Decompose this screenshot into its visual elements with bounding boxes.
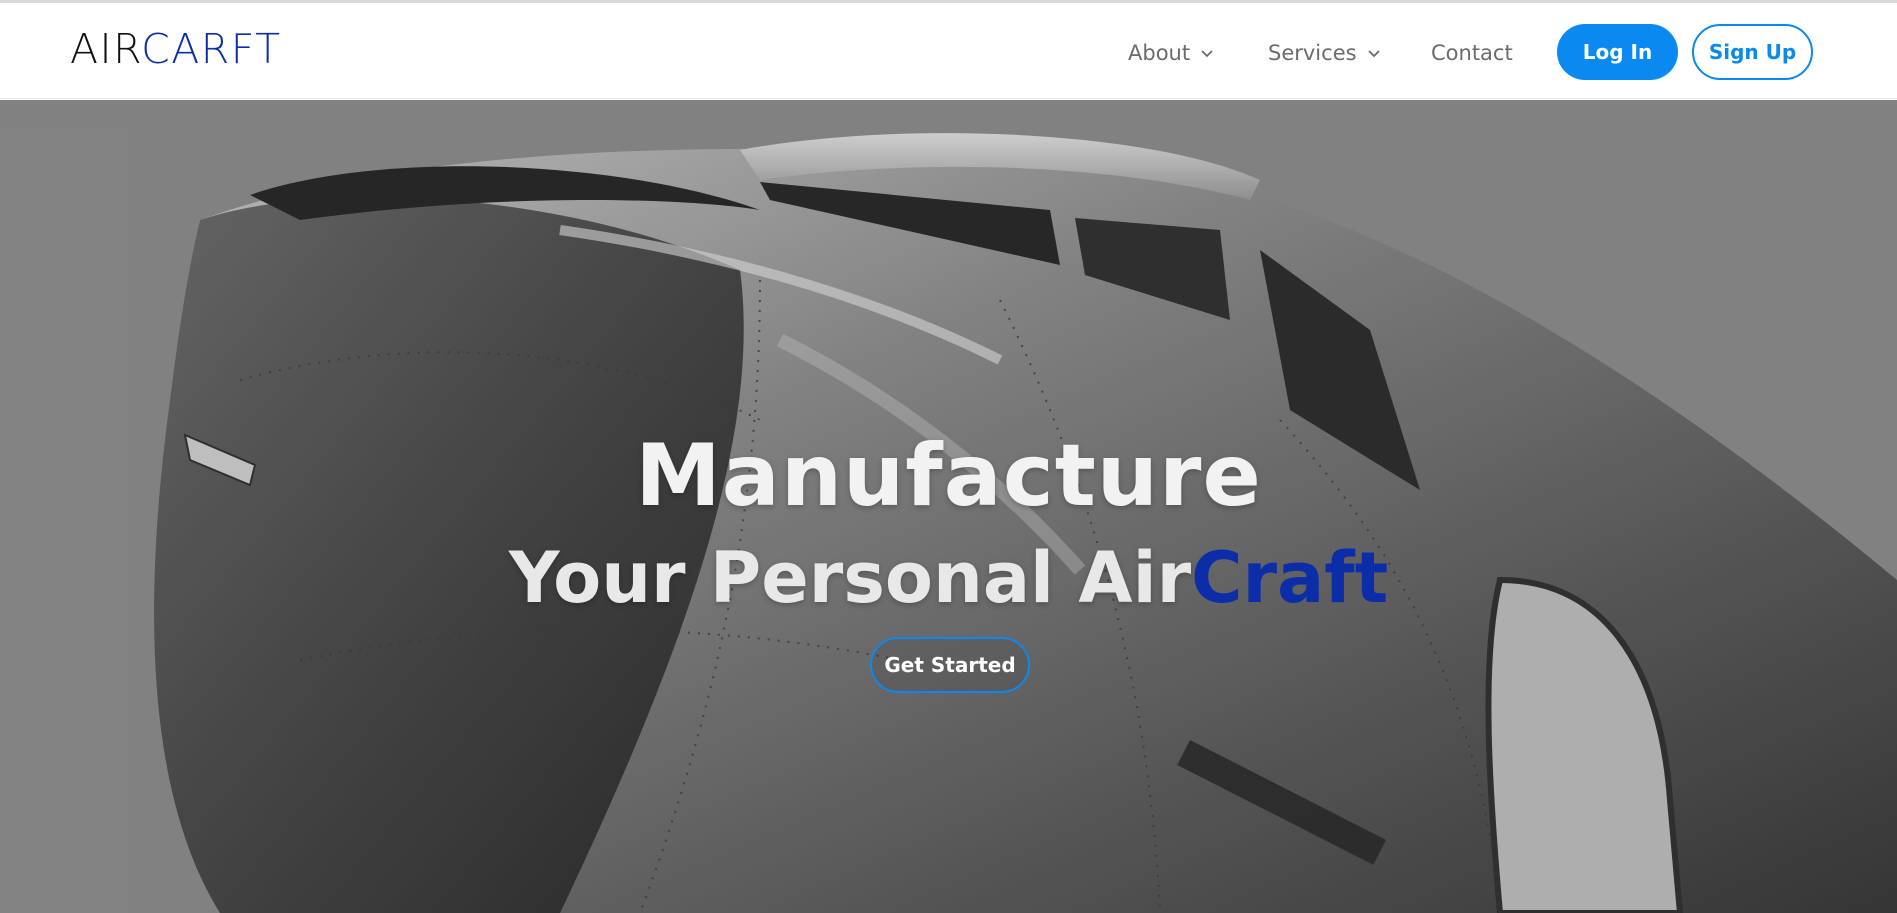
get-started-button[interactable]: Get Started [870, 637, 1030, 693]
nav-item-label: Contact [1431, 41, 1513, 65]
signup-button[interactable]: Sign Up [1692, 24, 1813, 80]
logo-text-primary: AIR [70, 25, 142, 73]
nav-item-label: Services [1268, 41, 1357, 65]
brand-logo[interactable]: AIRCARFT [70, 27, 282, 71]
nav-item-contact[interactable]: Contact [1431, 40, 1513, 66]
site-header: AIRCARFT About Services Contact Log In S… [0, 3, 1897, 99]
hero-subtitle: Your Personal AirCraft [0, 536, 1897, 620]
hero-section: Manufacture Your Personal AirCraft Get S… [0, 100, 1897, 913]
nav-item-about[interactable]: About [1128, 40, 1214, 66]
nav-item-label: About [1128, 41, 1191, 65]
hero-subtitle-prefix: Your Personal Air [508, 537, 1192, 619]
nav-item-services[interactable]: Services [1268, 40, 1381, 66]
login-button[interactable]: Log In [1557, 24, 1678, 80]
hero-title: Manufacture [635, 426, 1262, 526]
chevron-down-icon [1201, 50, 1213, 58]
logo-text-accent: CARFT [141, 25, 282, 73]
chevron-down-icon [1367, 50, 1380, 58]
hero-subtitle-accent: Craft [1191, 537, 1389, 619]
